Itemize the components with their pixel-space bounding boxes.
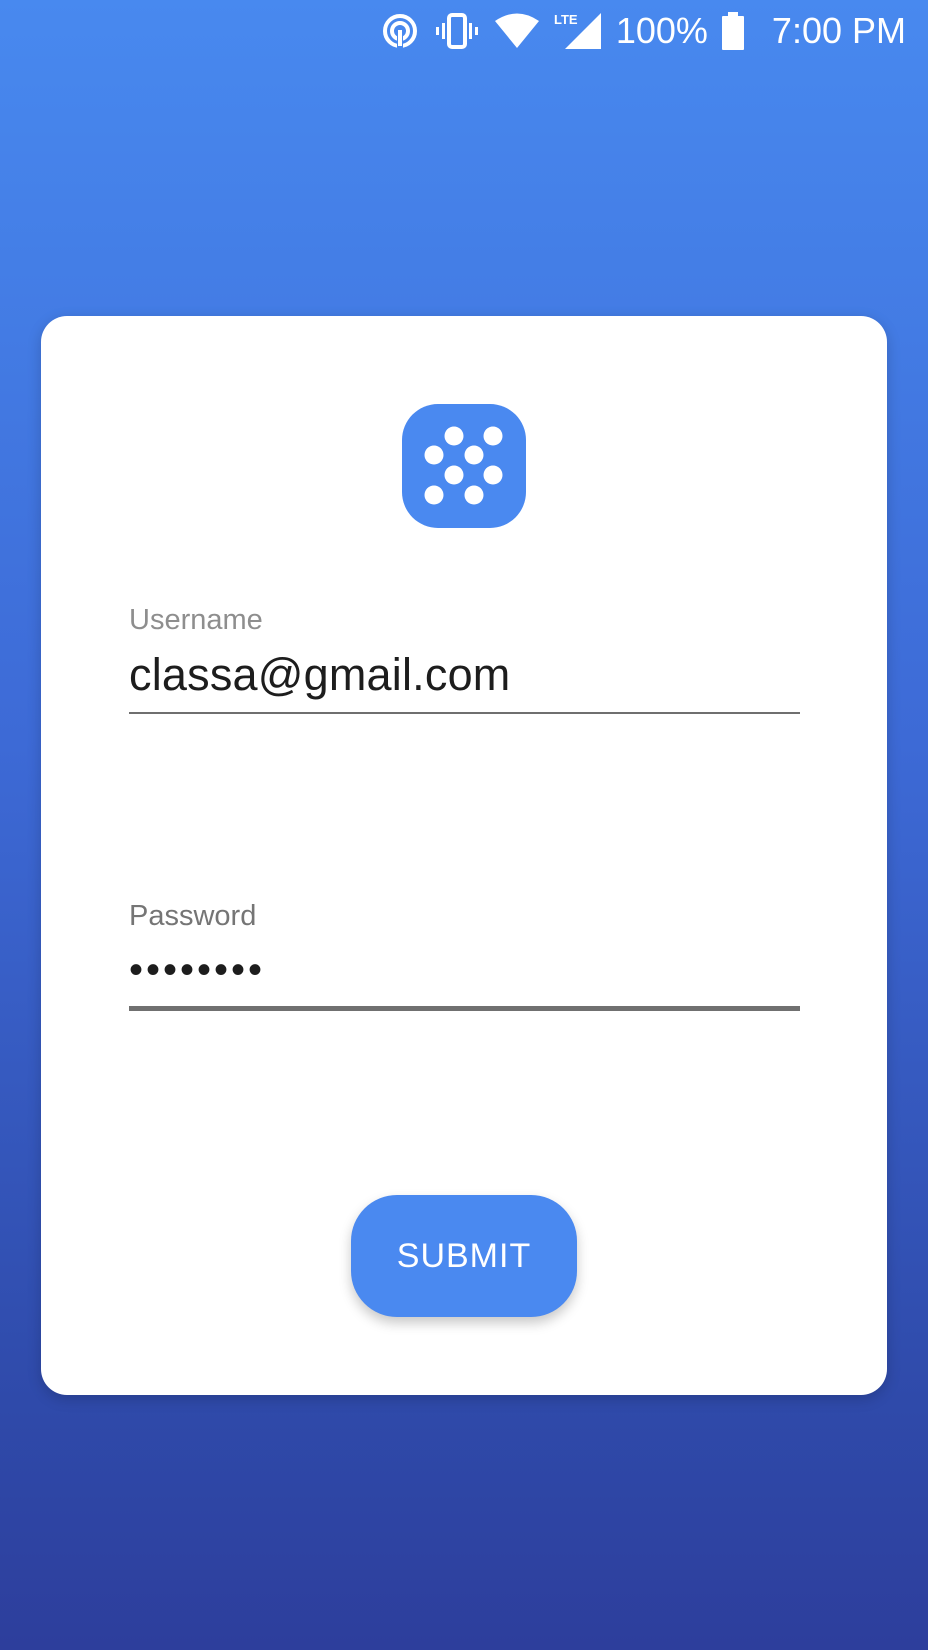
wifi-icon: [494, 12, 540, 50]
battery-percent: 100%: [615, 10, 708, 51]
lte-label: LTE: [554, 12, 578, 27]
status-icons: LTE 100% 7:00 PM: [380, 6, 906, 56]
clock: 7:00 PM: [771, 10, 906, 51]
status-bar: LTE 100% 7:00 PM: [0, 0, 928, 62]
hotspot-icon: [380, 11, 420, 51]
password-field[interactable]: Password ••••••••: [129, 902, 800, 1012]
submit-button[interactable]: SUBMIT: [351, 1195, 577, 1317]
username-underline: [129, 712, 800, 714]
app-logo-dots-icon: [402, 404, 526, 528]
username-field[interactable]: Username classa@gmail.com: [129, 606, 800, 716]
username-input[interactable]: classa@gmail.com: [129, 652, 510, 697]
lte-signal-icon: LTE: [554, 11, 602, 51]
password-underline: [129, 1006, 800, 1011]
password-label: Password: [129, 900, 257, 932]
login-card: Username classa@gmail.com Password •••••…: [41, 316, 887, 1395]
password-input[interactable]: ••••••••: [129, 950, 265, 990]
vibrate-icon: [434, 11, 480, 51]
battery-icon: [720, 11, 746, 51]
username-label: Username: [129, 604, 263, 636]
